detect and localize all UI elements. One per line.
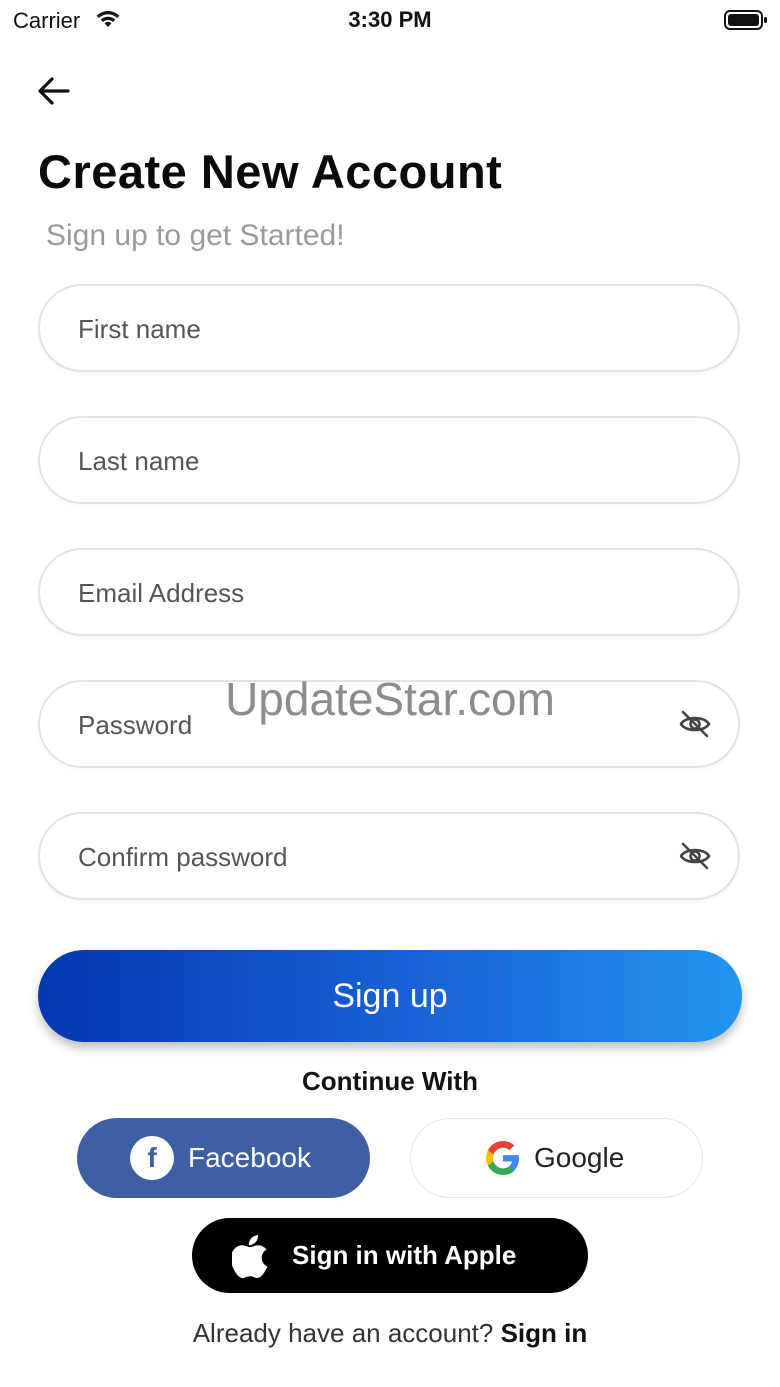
- last-name-input[interactable]: [76, 418, 680, 504]
- eye-off-icon[interactable]: [678, 708, 712, 740]
- confirm-password-field[interactable]: [38, 812, 740, 900]
- apple-button-label: Sign in with Apple: [292, 1240, 517, 1270]
- eye-off-icon[interactable]: [678, 840, 712, 872]
- apple-signin-button[interactable]: Sign in with Apple: [192, 1218, 588, 1293]
- apple-icon: [232, 1234, 268, 1278]
- google-button-label: Google: [534, 1142, 625, 1173]
- password-input[interactable]: [76, 682, 680, 768]
- signin-prompt-text: Already have an account?: [192, 1318, 501, 1348]
- first-name-input[interactable]: [76, 286, 680, 372]
- first-name-field[interactable]: [38, 284, 740, 372]
- page-subtitle: Sign up to get Started!: [46, 219, 345, 252]
- continue-with-label: Continue With: [302, 1066, 478, 1096]
- last-name-field[interactable]: [38, 416, 740, 504]
- back-arrow-icon[interactable]: [36, 74, 72, 108]
- page-title: Create New Account: [38, 145, 503, 198]
- signin-link[interactable]: Sign in: [501, 1318, 588, 1348]
- facebook-icon: f: [130, 1136, 174, 1180]
- status-bar: Carrier 3:30 PM: [0, 0, 780, 40]
- password-field[interactable]: [38, 680, 740, 768]
- email-input[interactable]: [76, 550, 680, 636]
- confirm-password-input[interactable]: [76, 814, 680, 900]
- battery-icon: [724, 10, 767, 30]
- google-icon: [486, 1141, 519, 1175]
- signup-button[interactable]: Sign up: [38, 950, 742, 1042]
- google-button[interactable]: Google: [410, 1118, 703, 1198]
- facebook-button[interactable]: f Facebook: [77, 1118, 370, 1198]
- signup-button-label: Sign up: [332, 976, 448, 1015]
- email-field[interactable]: [38, 548, 740, 636]
- facebook-button-label: Facebook: [188, 1142, 311, 1173]
- status-time: 3:30 PM: [348, 7, 432, 32]
- signin-prompt: Already have an account? Sign in: [0, 1318, 780, 1349]
